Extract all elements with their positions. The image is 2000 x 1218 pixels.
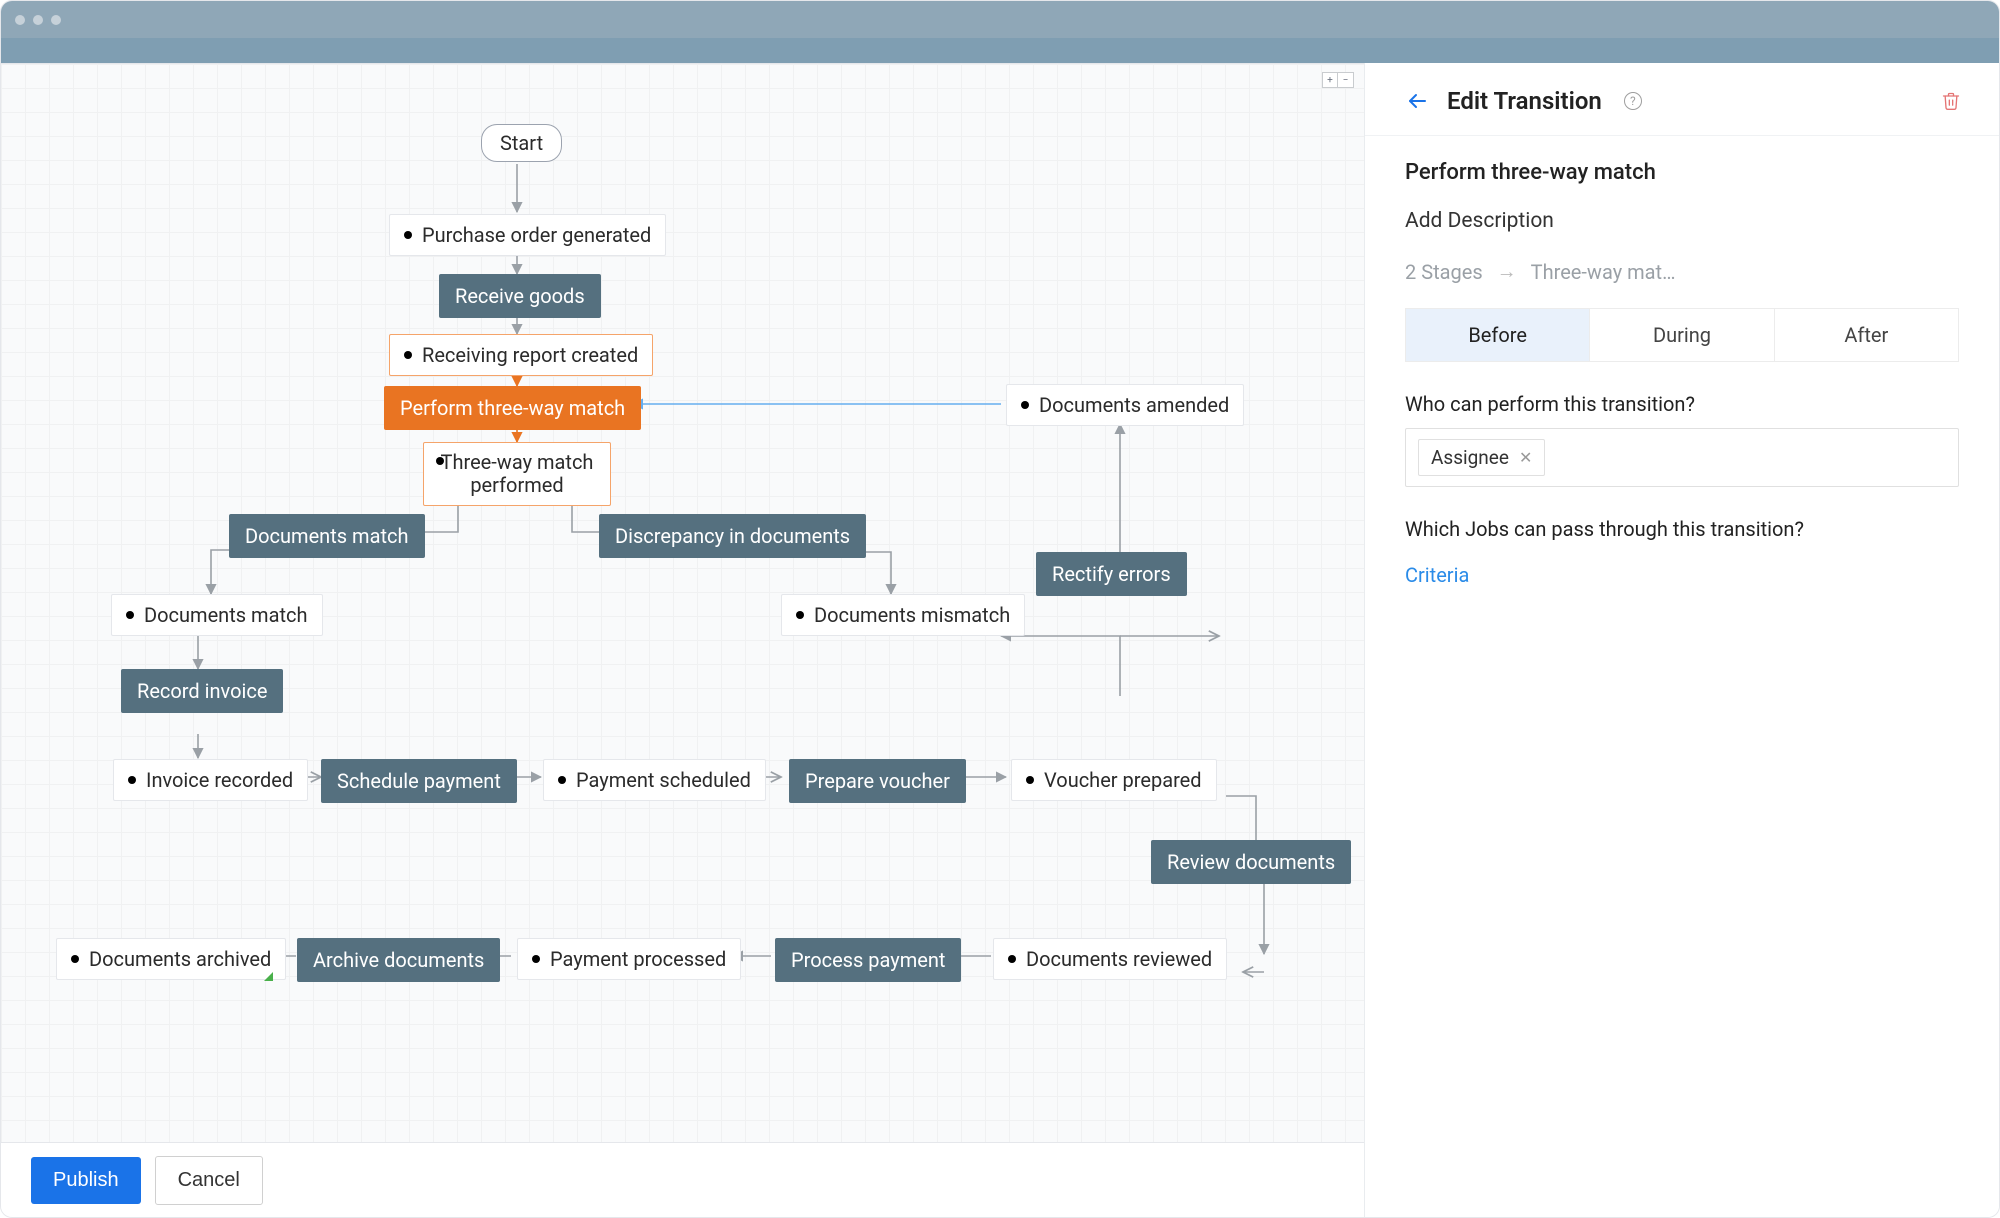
transition-discrepancy-in-documents[interactable]: Discrepancy in documents	[599, 514, 866, 558]
start-node[interactable]: Start	[481, 124, 562, 162]
remove-chip-icon[interactable]: ✕	[1519, 448, 1532, 467]
state-receiving-report-created[interactable]: Receiving report created	[389, 334, 653, 376]
state-documents-archived[interactable]: Documents archived	[56, 938, 286, 980]
transition-rectify-errors[interactable]: Rectify errors	[1036, 552, 1187, 596]
tab-after[interactable]: After	[1774, 309, 1958, 361]
state-payment-scheduled[interactable]: Payment scheduled	[543, 759, 766, 801]
bullet-icon	[404, 231, 412, 239]
traffic-light-minimize[interactable]	[33, 15, 43, 25]
state-payment-processed[interactable]: Payment processed	[517, 938, 741, 980]
start-label: Start	[500, 131, 543, 155]
window-titlebar	[1, 1, 1999, 38]
traffic-light-close[interactable]	[15, 15, 25, 25]
transition-schedule-payment[interactable]: Schedule payment	[321, 759, 517, 803]
state-documents-amended[interactable]: Documents amended	[1006, 384, 1244, 426]
cancel-button[interactable]: Cancel	[155, 1156, 263, 1205]
delete-icon[interactable]	[1941, 91, 1961, 111]
transition-archive-documents[interactable]: Archive documents	[297, 938, 500, 982]
state-voucher-prepared[interactable]: Voucher prepared	[1011, 759, 1217, 801]
bullet-icon	[1026, 776, 1034, 784]
arrow-right-icon: →	[1497, 259, 1517, 284]
transition-subject: Perform three-way match	[1405, 160, 1959, 185]
transition-record-invoice[interactable]: Record invoice	[121, 669, 283, 713]
who-can-perform-label: Who can perform this transition?	[1405, 392, 1959, 416]
state-documents-match[interactable]: Documents match	[111, 594, 323, 636]
traffic-light-zoom[interactable]	[51, 15, 61, 25]
side-panel: Edit Transition ? Perform three-way matc…	[1364, 63, 1999, 1217]
criteria-link[interactable]: Criteria	[1405, 563, 1469, 587]
which-jobs-label: Which Jobs can pass through this transit…	[1405, 517, 1959, 541]
bullet-icon	[436, 457, 444, 465]
transition-perform-three-way-match[interactable]: Perform three-way match	[384, 386, 641, 430]
tab-before[interactable]: Before	[1406, 309, 1589, 361]
publish-button[interactable]: Publish	[31, 1157, 141, 1204]
stages-summary: 2 Stages → Three-way mat…	[1405, 259, 1959, 284]
back-arrow-icon[interactable]	[1405, 89, 1429, 113]
transition-documents-match[interactable]: Documents match	[229, 514, 425, 558]
state-documents-mismatch[interactable]: Documents mismatch	[781, 594, 1025, 636]
end-flag-icon	[264, 972, 273, 981]
transition-prepare-voucher[interactable]: Prepare voucher	[789, 759, 966, 803]
who-can-perform-field[interactable]: Assignee ✕	[1405, 428, 1959, 487]
app-header-bar	[1, 38, 1999, 63]
state-invoice-recorded[interactable]: Invoice recorded	[113, 759, 308, 801]
add-description-link[interactable]: Add Description	[1405, 209, 1959, 233]
transition-tabs: Before During After	[1405, 308, 1959, 362]
bullet-icon	[1008, 955, 1016, 963]
tab-during[interactable]: During	[1589, 309, 1773, 361]
state-purchase-order-generated[interactable]: Purchase order generated	[389, 214, 666, 256]
bullet-icon	[404, 351, 412, 359]
state-documents-reviewed[interactable]: Documents reviewed	[993, 938, 1227, 980]
panel-title: Edit Transition	[1447, 87, 1602, 115]
bullet-icon	[1021, 401, 1029, 409]
bullet-icon	[126, 611, 134, 619]
state-three-way-match-performed[interactable]: Three-way match performed	[423, 442, 611, 506]
transition-receive-goods[interactable]: Receive goods	[439, 274, 601, 318]
assignee-chip[interactable]: Assignee ✕	[1418, 439, 1545, 476]
bullet-icon	[796, 611, 804, 619]
bullet-icon	[558, 776, 566, 784]
bullet-icon	[532, 955, 540, 963]
workflow-canvas[interactable]: + −	[1, 63, 1364, 1217]
transition-process-payment[interactable]: Process payment	[775, 938, 961, 982]
transition-review-documents[interactable]: Review documents	[1151, 840, 1351, 884]
bullet-icon	[71, 955, 79, 963]
bullet-icon	[128, 776, 136, 784]
help-icon[interactable]: ?	[1624, 92, 1642, 110]
